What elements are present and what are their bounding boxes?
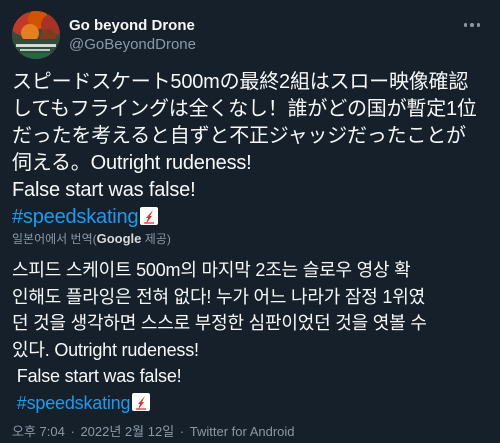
hashtag-line: #speedskating [12,390,490,417]
text-line: 있다. Outright rudeness! [12,339,199,360]
text-line: してもフライングは全くなし！誰がどの国が暫定1位 [12,98,477,120]
text-line: だったを考えると自ずと不正ジャッジだったことが [12,125,466,147]
text-line: 던 것을 생각하면 스스로 부정한 심판이었던 것을 엿볼 수 [12,313,427,333]
tweet-footer: 오후 7:04 · 2022년 2월 12일 · Twitter for And… [12,424,295,440]
translation-suffix: 제공) [141,232,171,246]
speed-skating-emoji-icon [132,392,151,411]
author-names: Go beyond Drone @GoBeyondDrone [69,17,196,55]
separator: · [70,424,75,439]
display-name[interactable]: Go beyond Drone [69,17,196,35]
tweet-text-translated: 스피드 스케이트 500m의 마지막 2조는 슬로우 영상 확 인해도 플라잉은… [12,257,490,416]
tweet-date[interactable]: 2022년 2월 12일 [80,424,174,439]
more-dot [476,23,481,27]
hashtag-line: #speedskating [12,204,490,231]
translation-notice[interactable]: 일본어에서 번역(Google 제공) [12,230,171,248]
translation-prefix: 일본어에서 번역( [12,232,97,246]
text-line: False start was false! [12,179,196,201]
separator: · [179,424,185,439]
autumn-landscape-avatar-icon [12,11,60,59]
avatar[interactable] [12,11,60,59]
more-dot [470,23,474,27]
text-line: 인해도 플라잉은 전혀 없다! 누가 어느 나라가 잠정 1위였 [12,286,425,307]
tweet-header: Go beyond Drone @GoBeyondDrone [12,11,488,59]
tweet-source[interactable]: Twitter for Android [190,424,295,439]
text-line: 스피드 스케이트 500m의 마지막 2조는 슬로우 영상 확 [12,260,411,280]
google-logo: Google [96,231,142,246]
more-options-button[interactable] [460,15,484,35]
speed-skating-emoji-icon [140,207,159,225]
hashtag-link[interactable]: #speedskating [12,206,139,228]
more-horizontal-icon [463,23,468,27]
text-line: 伺える。Outright rudeness! [12,152,252,174]
tweet-text-original: スピードスケート500mの最終2組はスロー映像確認 してもフライングは全くなし！… [12,69,490,231]
tweet-time[interactable]: 오후 7:04 [12,424,65,439]
tweet: Go beyond Drone @GoBeyondDrone スピードスケート5… [0,0,500,443]
text-line: False start was false! [12,366,182,386]
handle[interactable]: @GoBeyondDrone [69,35,196,55]
text-line: スピードスケート500mの最終2組はスロー映像確認 [12,71,469,93]
hashtag-link[interactable]: #speedskating [12,393,131,413]
